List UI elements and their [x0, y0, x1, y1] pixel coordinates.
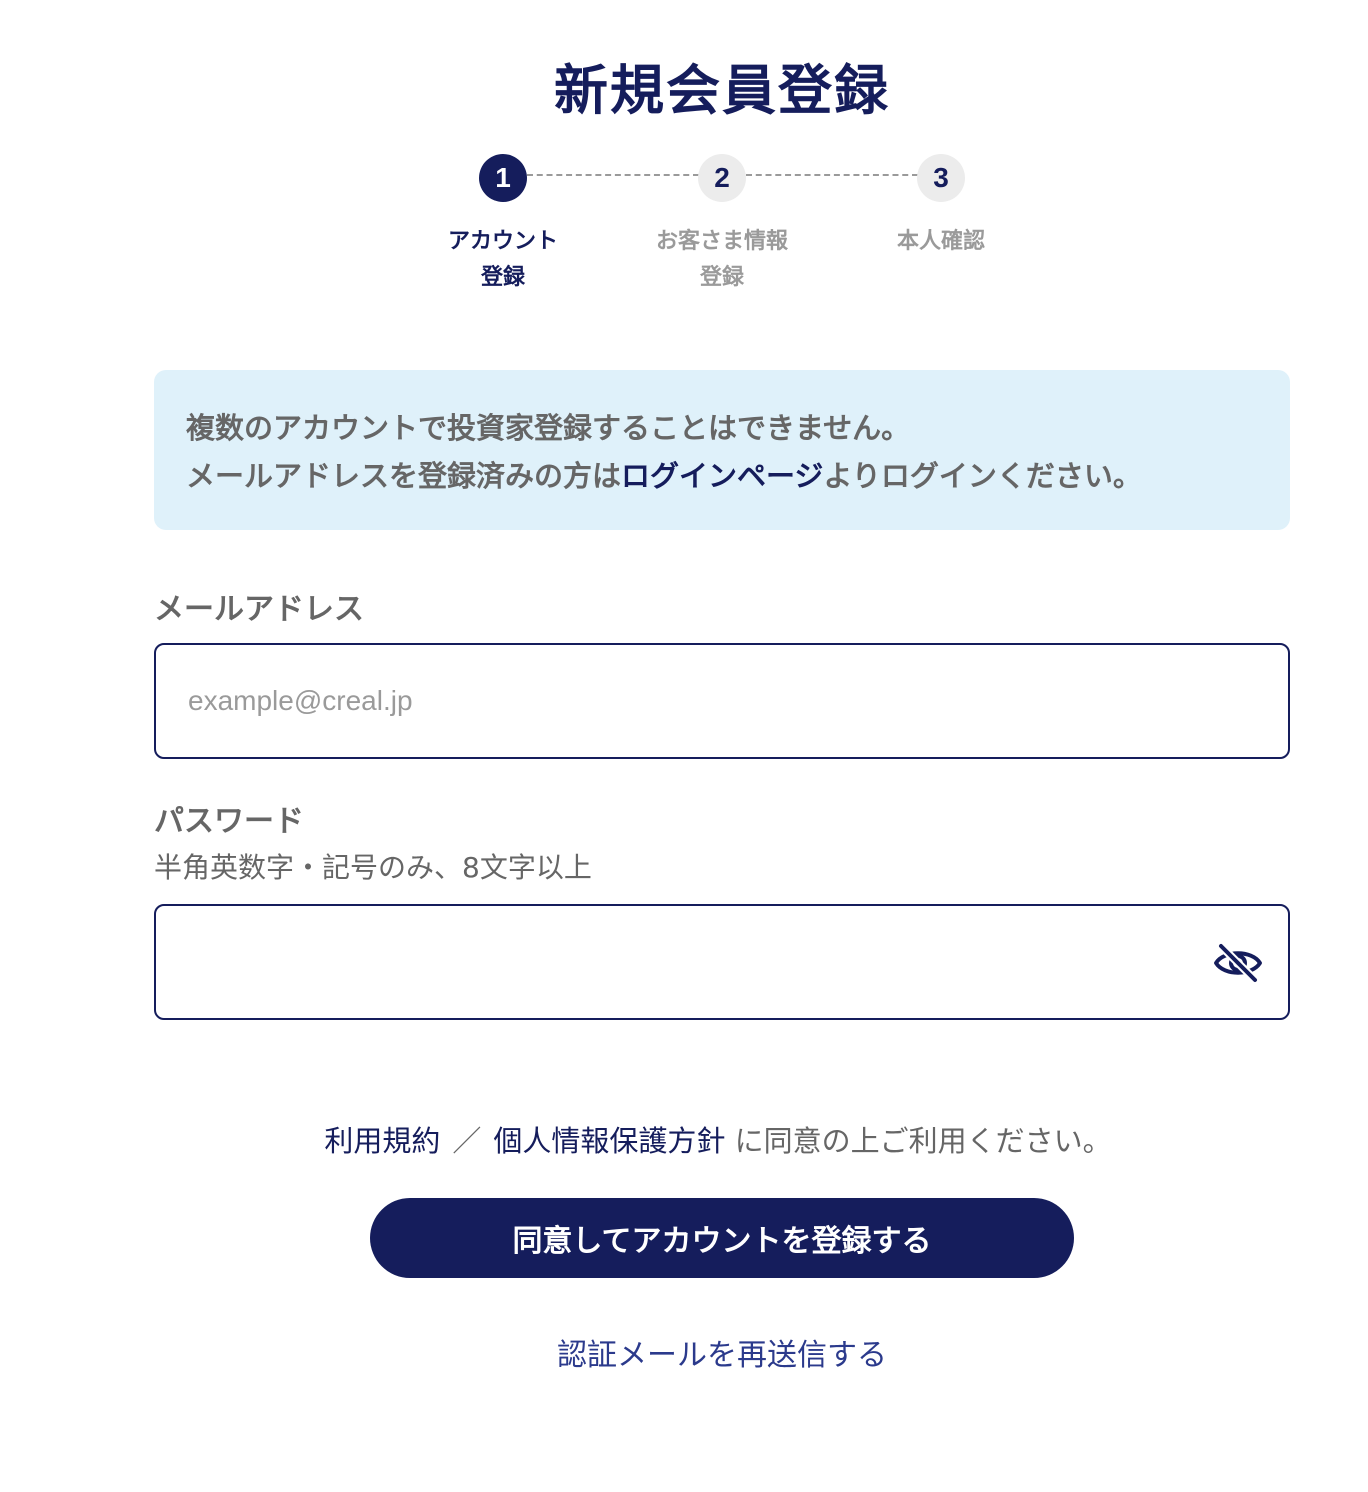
agreement-separator: ／: [452, 1124, 482, 1158]
email-field-box[interactable]: [154, 643, 1290, 759]
privacy-policy-link[interactable]: 個人情報保護方針: [493, 1124, 725, 1158]
step-2-label: お客さま情報 登録: [655, 229, 788, 290]
notice-line-1: 複数のアカウントで投資家登録することはできません。: [186, 411, 911, 445]
registration-page: 新規会員登録 1 アカウント 登録 2 お客さま情報 登録 3 本人確認 複数の…: [0, 0, 1368, 1492]
password-hint: 半角英数字・記号のみ、8文字以上: [154, 851, 592, 884]
step-2: 2 お客さま情報 登録: [622, 154, 822, 296]
notice-line-2-prefix: メールアドレスを登録済みの方は: [186, 459, 622, 493]
notice-line-2-suffix: よりログインください。: [823, 459, 1142, 493]
step-1-number: 1: [479, 154, 527, 202]
email-input[interactable]: [188, 685, 1256, 717]
eye-off-icon[interactable]: [1212, 940, 1264, 986]
login-page-link[interactable]: ログインページ: [621, 459, 823, 493]
password-field-box[interactable]: [154, 904, 1290, 1020]
page-title: 新規会員登録: [554, 59, 890, 122]
password-label: パスワード: [154, 804, 304, 839]
progress-stepper: 1 アカウント 登録 2 お客さま情報 登録 3 本人確認: [0, 154, 1368, 294]
step-3-label: 本人確認: [896, 229, 985, 254]
agreement-suffix: に同意の上ご利用ください。: [734, 1124, 1112, 1158]
step-3-number: 3: [917, 154, 965, 202]
agreement-text: 利用規約 ／ 個人情報保護方針 に同意の上ご利用ください。: [0, 1118, 1368, 1160]
step-2-number: 2: [698, 154, 746, 202]
notice-box: 複数のアカウントで投資家登録することはできません。 メールアドレスを登録済みの方…: [154, 370, 1290, 530]
password-input[interactable]: [188, 946, 1256, 978]
terms-link[interactable]: 利用規約: [324, 1124, 440, 1158]
notice-line-2: メールアドレスを登録済みの方はログインページよりログインください。: [186, 452, 1258, 500]
step-1: 1 アカウント 登録: [403, 154, 603, 296]
register-account-button[interactable]: 同意してアカウントを登録する: [370, 1198, 1074, 1278]
resend-verification-email-link[interactable]: 認証メールを再送信する: [0, 1330, 1368, 1374]
email-label: メールアドレス: [154, 592, 364, 627]
step-3: 3 本人確認: [841, 154, 1041, 260]
step-1-label: アカウント 登録: [447, 229, 558, 290]
